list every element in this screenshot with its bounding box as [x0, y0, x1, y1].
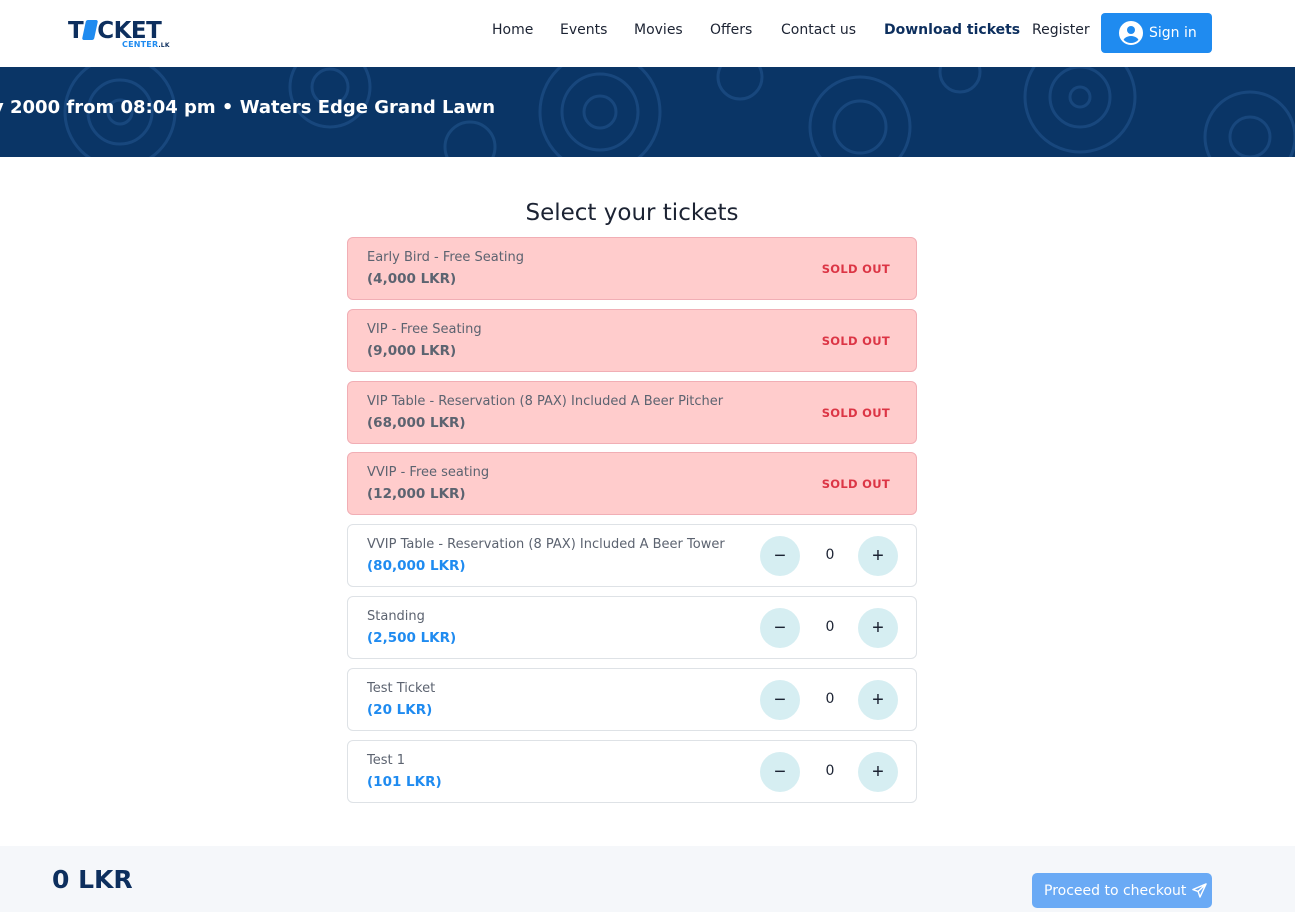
increase-quantity-button[interactable]: +	[858, 680, 898, 720]
ticket-price: (12,000 LKR)	[367, 486, 466, 502]
site-header: T CKET CENTER.LK Home Events Movies Offer…	[0, 0, 1295, 67]
ticket-price: (2,500 LKR)	[367, 630, 457, 646]
event-date-venue: y 2000 from 08:04 pm • Waters Edge Grand…	[0, 97, 496, 118]
logo-subtext: CENTER.LK	[122, 40, 170, 49]
ticket-row: VIP - Free Seating (9,000 LKR) SOLD OUT	[347, 309, 917, 372]
ticket-row: Test Ticket (20 LKR) − 0 +	[347, 668, 917, 731]
proceed-to-checkout-button[interactable]: Proceed to checkout	[1032, 873, 1212, 908]
decrease-quantity-button[interactable]: −	[760, 680, 800, 720]
nav-movies[interactable]: Movies	[634, 22, 683, 38]
increase-quantity-button[interactable]: +	[858, 536, 898, 576]
ticket-name: VIP Table - Reservation (8 PAX) Included…	[367, 394, 724, 409]
ticket-center-logo[interactable]: T CKET CENTER.LK	[68, 18, 188, 52]
ticket-quantity: 0	[825, 619, 835, 635]
nav-download-tickets[interactable]: Download tickets	[884, 22, 1020, 38]
nav-register[interactable]: Register	[1032, 22, 1090, 38]
decrease-quantity-button[interactable]: −	[760, 608, 800, 648]
ticket-name: VVIP Table - Reservation (8 PAX) Include…	[367, 537, 725, 552]
order-total: 0 LKR	[52, 865, 133, 894]
ticket-row: Early Bird - Free Seating (4,000 LKR) SO…	[347, 237, 917, 300]
ticket-quantity: 0	[825, 547, 835, 563]
ticket-row: VIP Table - Reservation (8 PAX) Included…	[347, 381, 917, 444]
nav-home[interactable]: Home	[492, 22, 533, 38]
sign-in-label: Sign in	[1149, 25, 1197, 41]
nav-contact-us[interactable]: Contact us	[781, 22, 856, 38]
increase-quantity-button[interactable]: +	[858, 752, 898, 792]
select-tickets-title: Select your tickets	[525, 200, 739, 226]
sold-out-badge: SOLD OUT	[821, 406, 890, 420]
ticket-price: (9,000 LKR)	[367, 343, 457, 359]
send-icon	[1192, 883, 1208, 898]
ticket-row: Standing (2,500 LKR) − 0 +	[347, 596, 917, 659]
sold-out-badge: SOLD OUT	[821, 477, 890, 491]
ticket-quantity: 0	[825, 691, 835, 707]
checkout-bar: 0 LKR Proceed to checkout	[0, 846, 1295, 912]
ticket-row: Test 1 (101 LKR) − 0 +	[347, 740, 917, 803]
sign-in-button[interactable]: Sign in	[1101, 13, 1212, 53]
ticket-price: (20 LKR)	[367, 702, 433, 718]
sold-out-badge: SOLD OUT	[821, 334, 890, 348]
checkout-label: Proceed to checkout	[1044, 882, 1187, 899]
sold-out-badge: SOLD OUT	[821, 262, 890, 276]
ticket-price: (68,000 LKR)	[367, 415, 466, 431]
ticket-name: VVIP - Free seating	[367, 465, 490, 480]
ticket-name: Test 1	[367, 753, 406, 768]
ticket-price: (80,000 LKR)	[367, 558, 466, 574]
ticket-name: VIP - Free Seating	[367, 322, 482, 337]
nav-events[interactable]: Events	[560, 22, 607, 38]
event-banner: y 2000 from 08:04 pm • Waters Edge Grand…	[0, 67, 1295, 157]
ticket-price: (101 LKR)	[367, 774, 442, 790]
ticket-row: VVIP - Free seating (12,000 LKR) SOLD OU…	[347, 452, 917, 515]
ticket-name: Test Ticket	[367, 681, 436, 696]
decrease-quantity-button[interactable]: −	[760, 536, 800, 576]
ticket-name: Early Bird - Free Seating	[367, 250, 524, 265]
decrease-quantity-button[interactable]: −	[760, 752, 800, 792]
user-icon	[1119, 21, 1143, 45]
nav-offers[interactable]: Offers	[710, 22, 752, 38]
ticket-row: VVIP Table - Reservation (8 PAX) Include…	[347, 524, 917, 587]
ticket-quantity: 0	[825, 763, 835, 779]
ticket-price: (4,000 LKR)	[367, 271, 457, 287]
increase-quantity-button[interactable]: +	[858, 608, 898, 648]
ticket-name: Standing	[367, 609, 425, 624]
